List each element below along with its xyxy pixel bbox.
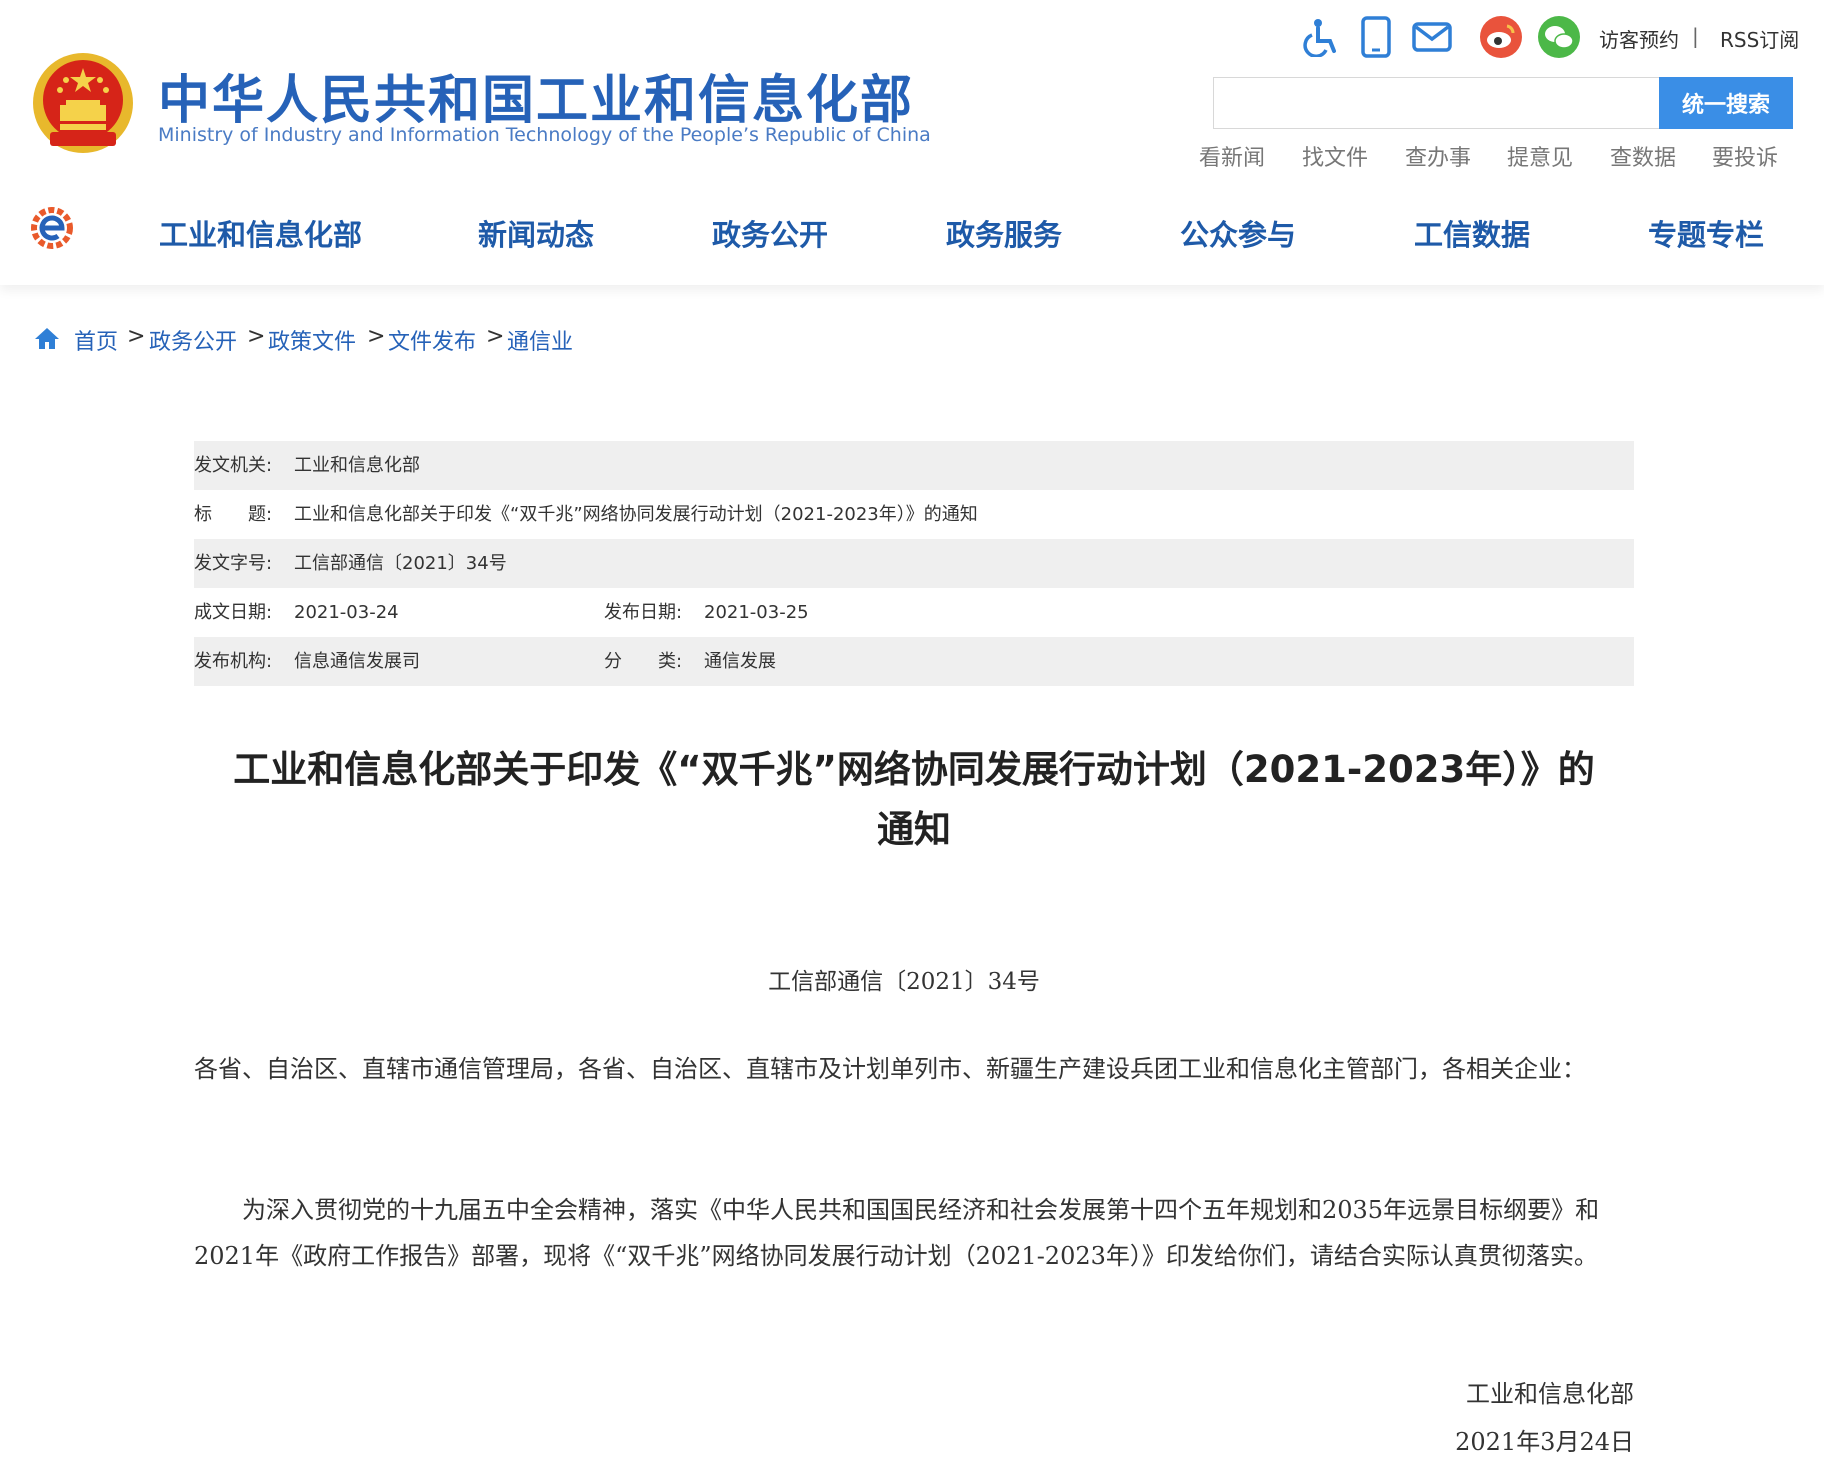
document-title-line2: 通知 [877, 808, 951, 851]
quick-link-news[interactable]: 看新闻 [1199, 140, 1265, 172]
home-icon[interactable] [34, 326, 60, 350]
document-title-line1: 工业和信息化部关于印发《“双千兆”网络协同发展行动计划（2021-2023年）》… [233, 748, 1595, 791]
document-body: 为深入贯彻党的十九届五中全会精神，落实《中华人民共和国国民经济和社会发展第十四个… [194, 1196, 1600, 1270]
site-title-cn[interactable]: 中华人民共和国工业和信息化部 [158, 58, 914, 133]
breadcrumb-separator: > [127, 324, 146, 349]
weibo-icon[interactable] [1478, 14, 1524, 60]
meta-row-issuer: 发文机关: 工业和信息化部 [194, 441, 1634, 490]
breadcrumb-gov-affairs[interactable]: 政务公开 [149, 324, 237, 356]
meta-org-label: 发布机构: [194, 651, 273, 672]
site-title-en: Ministry of Industry and Information Tec… [158, 124, 931, 146]
document-signature: 工业和信息化部 [1466, 1380, 1634, 1408]
quick-link-data[interactable]: 查数据 [1610, 140, 1676, 172]
meta-written-label: 成文日期: [194, 602, 273, 623]
meta-docno-label: 发文字号: [194, 553, 273, 574]
nav-item-government-affairs[interactable]: 政务公开 [712, 212, 828, 254]
rss-link[interactable]: RSS订阅 [1720, 24, 1799, 53]
mobile-icon[interactable] [1353, 14, 1399, 60]
unified-search-button[interactable]: 统一搜索 [1659, 77, 1793, 129]
breadcrumb-telecom[interactable]: 通信业 [507, 324, 573, 356]
meta-issuer-value: 工业和信息化部 [294, 455, 420, 476]
meta-published-label: 发布日期: [604, 602, 683, 623]
meta-row-dates: 成文日期: 2021-03-24 发布日期: 2021-03-25 [194, 588, 1634, 637]
breadcrumb-separator: > [247, 324, 266, 349]
nav-item-news[interactable]: 新闻动态 [478, 212, 594, 254]
breadcrumb-home[interactable]: 首页 [74, 324, 118, 356]
meta-row-docno: 发文字号: 工信部通信〔2021〕34号 [194, 539, 1634, 588]
meta-title-label: 标 题: [194, 504, 273, 525]
breadcrumb-file-release[interactable]: 文件发布 [388, 324, 476, 356]
meta-row-title: 标 题: 工业和信息化部关于印发《“双千兆”网络协同发展行动计划（2021-20… [194, 490, 1634, 539]
nav-item-government-services[interactable]: 政务服务 [946, 212, 1062, 254]
breadcrumb-separator: > [486, 324, 505, 349]
site-header: 中华人民共和国工业和信息化部 Ministry of Industry and … [0, 0, 1824, 285]
quick-link-feedback[interactable]: 提意见 [1507, 140, 1573, 172]
meta-written-value: 2021-03-24 [294, 602, 399, 623]
visitor-appointment-link[interactable]: 访客预约 [1599, 24, 1679, 53]
accessibility-icon[interactable] [1297, 14, 1343, 60]
mail-icon[interactable] [1409, 14, 1455, 60]
breadcrumb-separator: > [367, 324, 386, 349]
search-box [1213, 77, 1659, 129]
meta-row-org: 发布机构: 信息通信发展司 分 类: 通信发展 [194, 637, 1634, 686]
meta-category-value: 通信发展 [704, 651, 776, 672]
wechat-icon[interactable] [1536, 14, 1582, 60]
national-emblem-logo[interactable] [30, 50, 136, 156]
document-title: 工业和信息化部关于印发《“双千兆”网络协同发展行动计划（2021-2023年）》… [194, 740, 1634, 860]
nav-item-special-topics[interactable]: 专题专栏 [1648, 212, 1764, 254]
nav-e-logo[interactable] [28, 206, 80, 250]
quick-link-complaint[interactable]: 要投诉 [1712, 140, 1778, 172]
quick-link-services[interactable]: 查办事 [1405, 140, 1471, 172]
search-input[interactable] [1214, 78, 1659, 128]
meta-docno-value: 工信部通信〔2021〕34号 [294, 553, 507, 574]
document-number: 工信部通信〔2021〕34号 [768, 969, 1040, 995]
meta-title-value: 工业和信息化部关于印发《“双千兆”网络协同发展行动计划（2021-2023年）》… [294, 504, 978, 525]
document-date: 2021年3月24日 [1455, 1428, 1634, 1456]
nav-item-ministry[interactable]: 工业和信息化部 [159, 212, 362, 254]
meta-category-label: 分 类: [604, 651, 683, 672]
nav-item-public-participation[interactable]: 公众参与 [1180, 212, 1296, 254]
top-link-divider: | [1692, 24, 1699, 48]
nav-item-miit-data[interactable]: 工信数据 [1414, 212, 1530, 254]
meta-published-value: 2021-03-25 [704, 602, 809, 623]
breadcrumb-policy-files[interactable]: 政策文件 [268, 324, 356, 356]
document-addressee: 各省、自治区、直辖市通信管理局，各省、自治区、直辖市及计划单列市、新疆生产建设兵… [194, 1055, 1586, 1083]
quick-link-files[interactable]: 找文件 [1302, 140, 1368, 172]
meta-issuer-label: 发文机关: [194, 455, 273, 476]
meta-org-value: 信息通信发展司 [294, 651, 420, 672]
